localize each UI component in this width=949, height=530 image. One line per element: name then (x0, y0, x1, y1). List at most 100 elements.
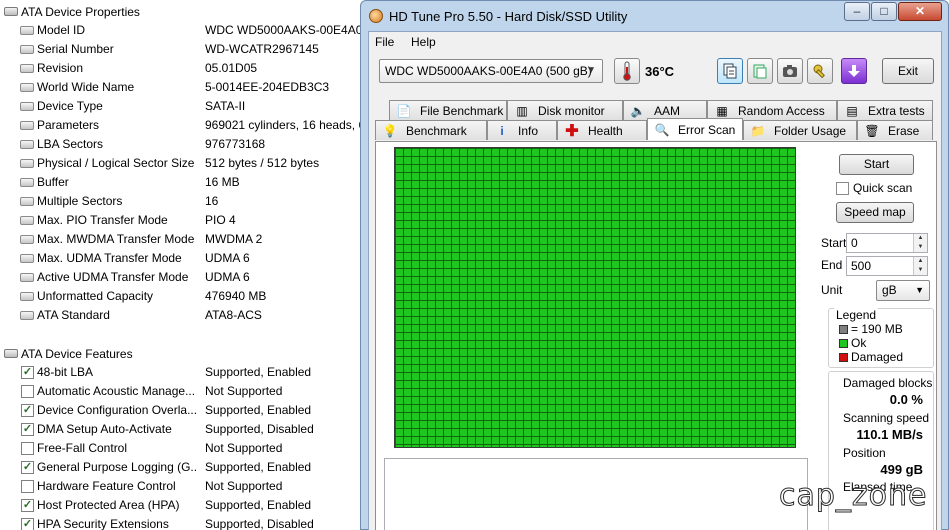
feature-row[interactable]: ✓ General Purpose Logging (G... Supported,… (0, 458, 362, 477)
legend-swatch (839, 324, 848, 334)
property-name: Device Type (37, 99, 103, 113)
feature-row[interactable]: ✓ Host Protected Area (HPA) Supported, Ena… (0, 496, 362, 515)
property-row[interactable]: Parameters 969021 cylinders, 16 heads, 63 (0, 116, 362, 135)
feature-value: Supported, Enabled (205, 403, 312, 417)
scan-log-box[interactable] (384, 458, 808, 530)
property-row[interactable]: Revision 05.01D05 (0, 59, 362, 78)
section-title: ATA Device Features (21, 346, 133, 361)
property-row[interactable]: Device Type SATA-II (0, 97, 362, 116)
property-row[interactable]: Multiple Sectors 16 (0, 192, 362, 211)
feature-row[interactable]: ✓ 48-bit LBA Supported, Enabled (0, 363, 362, 382)
quick-scan-checkbox[interactable]: Quick scan (836, 181, 912, 195)
screenshot-button[interactable] (777, 58, 803, 84)
copy-all-button[interactable] (747, 58, 773, 84)
feature-value: Not Supported (205, 479, 283, 493)
property-row[interactable]: Unformatted Capacity 476940 MB (0, 287, 362, 306)
property-name: ATA Standard (37, 308, 110, 322)
info-icon: i (500, 123, 504, 138)
tab-folder-usage[interactable]: 📁 Folder Usage (743, 120, 857, 140)
feature-row[interactable]: Automatic Acoustic Manage... Not Supporte… (0, 382, 362, 401)
tab-extra-tests[interactable]: ▤ Extra tests (837, 100, 933, 120)
property-row[interactable]: ATA Standard ATA8-ACS (0, 306, 362, 325)
property-name: Unformatted Capacity (37, 289, 154, 303)
spin-up-icon[interactable]: ▲ (913, 234, 927, 243)
tab-erase[interactable]: 🗑 Erase (857, 120, 933, 140)
grid-icon: ▤ (846, 103, 858, 118)
feature-name: HPA Security Extensions (37, 517, 169, 530)
feature-name: Host Protected Area (HPA) (37, 498, 180, 512)
property-value: UDMA 6 (205, 270, 250, 284)
property-row[interactable]: Max. UDMA Transfer Mode UDMA 6 (0, 249, 362, 268)
property-row[interactable]: Physical / Logical Sector Size 512 bytes … (0, 154, 362, 173)
unit-select[interactable]: gB ▼ (876, 280, 930, 301)
feature-row[interactable]: Hardware Feature Control Not Supported (0, 477, 362, 496)
options-button[interactable] (807, 58, 833, 84)
wrench-icon (813, 64, 825, 79)
tab-random-access[interactable]: ▦ Random Access (707, 100, 837, 120)
property-value: PIO 4 (205, 213, 236, 227)
section-title: ATA Device Properties (21, 4, 140, 19)
property-icon (20, 64, 34, 73)
minimize-button[interactable]: – (844, 2, 870, 21)
checkmark-icon: ✓ (21, 499, 34, 512)
menu-help[interactable]: Help (411, 35, 436, 49)
property-row[interactable]: Active UDMA Transfer Mode UDMA 6 (0, 268, 362, 287)
spin-down-icon[interactable]: ▼ (913, 243, 927, 252)
property-icon (20, 197, 34, 206)
drive-select[interactable]: WDC WD5000AAKS-00E4A0 (500 gB) ▼ (379, 59, 603, 83)
property-row[interactable]: LBA Sectors 976773168 (0, 135, 362, 154)
property-name: Parameters (37, 118, 100, 132)
start-input[interactable]: 0 ▲ ▼ (846, 233, 928, 253)
property-row[interactable]: World Wide Name 5-0014EE-204EDB3C3 (0, 78, 362, 97)
maximize-button[interactable]: □ (871, 2, 897, 21)
tab-file-benchmark[interactable]: 📄 File Benchmark (389, 100, 507, 120)
legend-swatch (839, 338, 848, 348)
checkmark-icon: ✓ (21, 461, 34, 474)
legend-item-damaged: Damaged (839, 350, 903, 364)
feature-row[interactable]: ✓ DMA Setup Auto-Activate Supported, Disab… (0, 420, 362, 439)
property-row[interactable]: Max. MWDMA Transfer Mode MWDMA 2 (0, 230, 362, 249)
start-button[interactable]: Start (839, 154, 914, 175)
property-row[interactable]: Max. PIO Transfer Mode PIO 4 (0, 211, 362, 230)
dots-grid-icon: ▦ (716, 103, 728, 118)
tab-label: Random Access (738, 103, 825, 118)
damaged-blocks-value: 0.0 % (889, 392, 923, 407)
ata-device-properties-header[interactable]: ATA Device Properties (4, 2, 140, 21)
tab-error-scan[interactable]: 🔍 Error Scan (647, 118, 743, 140)
dropdown-arrow-icon: ▼ (915, 285, 924, 295)
temperature-button[interactable] (614, 58, 640, 84)
save-button[interactable] (841, 58, 867, 84)
start-value: 0 (851, 236, 858, 250)
checkbox-icon (836, 181, 849, 195)
feature-row[interactable]: ✓ Device Configuration Overla... Supported… (0, 401, 362, 420)
feature-row[interactable]: ✓ HPA Security Extensions Supported, Disab… (0, 515, 362, 530)
speed-map-button[interactable]: Speed map (836, 202, 914, 223)
property-value: MWDMA 2 (205, 232, 263, 246)
title-bar[interactable]: HD Tune Pro 5.50 - Hard Disk/SSD Utility… (361, 1, 948, 31)
property-row[interactable]: Buffer 16 MB (0, 173, 362, 192)
tab-disk-monitor[interactable]: ▥ Disk monitor (507, 100, 623, 120)
feature-value: Supported, Disabled (205, 422, 314, 436)
feature-value: Not Supported (205, 384, 283, 398)
spin-down-icon[interactable]: ▼ (913, 266, 927, 275)
tab-info[interactable]: i Info (487, 120, 557, 140)
ata-device-features-header[interactable]: ATA Device Features (4, 344, 133, 363)
property-row[interactable]: Model ID WDC WD5000AAKS-00E4A0 (0, 21, 362, 40)
end-input[interactable]: 500 ▲ ▼ (846, 256, 928, 276)
camera-icon (783, 65, 797, 77)
position-value: 499 gB (880, 462, 923, 477)
feature-value: Not Supported (205, 441, 283, 455)
property-value: 05.01D05 (205, 61, 258, 75)
property-row[interactable]: Serial Number WD-WCATR2967145 (0, 40, 362, 59)
tab-health[interactable]: ✚ Health (557, 120, 647, 140)
copy-info-button[interactable] (717, 58, 743, 84)
feature-row[interactable]: Free-Fall Control Not Supported (0, 439, 362, 458)
close-button[interactable]: ✕ (898, 2, 942, 21)
spin-up-icon[interactable]: ▲ (913, 257, 927, 266)
property-value: 16 MB (205, 175, 240, 189)
tab-benchmark[interactable]: 💡 Benchmark (375, 120, 487, 140)
tab-aam[interactable]: 🔈 AAM (623, 100, 707, 120)
property-name: Physical / Logical Sector Size (37, 156, 195, 170)
menu-file[interactable]: File (375, 35, 394, 49)
exit-button[interactable]: Exit (882, 58, 934, 84)
